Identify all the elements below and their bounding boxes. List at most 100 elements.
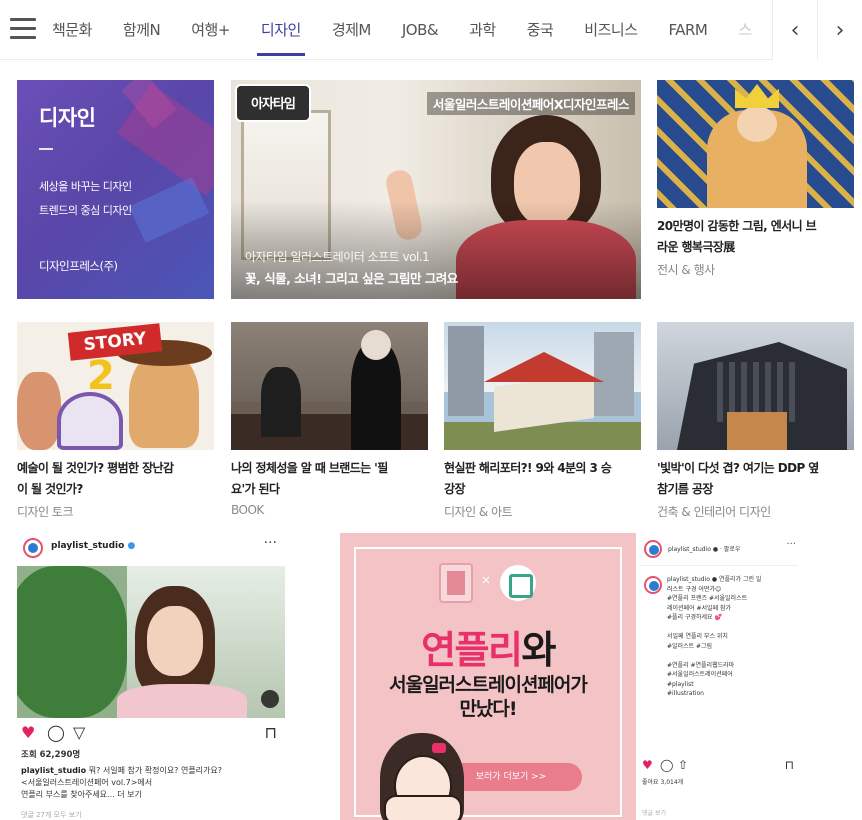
- like-count: 좋아요 3,014개: [642, 779, 684, 786]
- more-options-icon[interactable]: ···: [264, 535, 277, 551]
- video-top-caption: 서울일러스트레이션페어X디자인프레스: [426, 92, 635, 115]
- article-title[interactable]: 20만명이 감동한 그림, 엔서니 브 라운 행복극장展: [657, 216, 854, 258]
- comment-icon[interactable]: ◯: [47, 723, 65, 743]
- promo-publisher: 디자인프레스(주): [39, 259, 118, 273]
- bookmark-icon[interactable]: ⊓: [785, 757, 794, 773]
- banner-title-rest: 와: [521, 628, 556, 672]
- article-category[interactable]: 디자인 토크: [17, 503, 214, 520]
- design-promo-panel[interactable]: 디자인 세상을 바꾸는 디자인 트렌드의 중심 디자인 디자인프레스(주): [17, 80, 214, 299]
- promo-description: 세상을 바꾸는 디자인 트렌드의 중심 디자인: [39, 175, 209, 223]
- caption-text[interactable]: 연플리 부스를 찾아주세요... 더 보기: [21, 789, 281, 801]
- caption-text: 뭐? 서일페 참가 확정이요? 연플리가요?: [88, 766, 223, 775]
- article-card[interactable]: 20만명이 감동한 그림, 엔서니 브 라운 행복극장展 전시 & 행사: [657, 80, 854, 278]
- article-title-line: 강장: [444, 482, 465, 496]
- collab-banner[interactable]: × 연플리와 서울일러스트레이션페어가 만났다! 보러가 더보기 >>: [340, 533, 636, 820]
- tab-design[interactable]: 디자인: [256, 0, 305, 60]
- article-title[interactable]: 현실판 해리포터?! 9와 4분의 3 승 강장: [444, 458, 641, 500]
- post-caption: playlist_studio 뭐? 서일페 참가 확정이요? 연플리가요? <…: [21, 765, 281, 801]
- username-text: playlist_studio: [51, 541, 125, 551]
- article-card[interactable]: '빛박'이 다섯 겹? 여기는 DDP 옆 참기름 공장 건축 & 인테리어 디…: [657, 322, 854, 520]
- tab-together-n[interactable]: 함께N: [123, 0, 161, 60]
- article-thumbnail[interactable]: [444, 322, 641, 450]
- article-category[interactable]: BOOK: [231, 503, 428, 517]
- post-video[interactable]: [17, 566, 285, 718]
- avatar[interactable]: [23, 538, 43, 558]
- banner-title: 연플리와: [340, 619, 636, 674]
- banner-subtitle: 서울일러스트레이션페어가 만났다!: [340, 673, 636, 721]
- banner-title-highlight: 연플리: [421, 628, 523, 672]
- share-icon[interactable]: ⇧: [678, 757, 688, 773]
- avatar[interactable]: [644, 576, 662, 594]
- article-thumbnail[interactable]: STORY 2: [17, 322, 214, 450]
- illustration-bow: [432, 743, 446, 753]
- tab-job[interactable]: JOB&: [402, 0, 439, 60]
- post-actions: ♥ ◯ ▽ ⊓: [17, 723, 285, 745]
- heart-icon[interactable]: ♥: [642, 757, 653, 773]
- article-card[interactable]: 나의 정체성을 알 때 브랜드는 '필 요'가 된다 BOOK: [231, 322, 428, 517]
- comment-icon[interactable]: ◯: [660, 757, 673, 773]
- heart-icon[interactable]: ♥: [21, 723, 35, 743]
- featured-video-thumbnail[interactable]: 아자타임 서울일러스트레이션페어X디자인프레스 아자타임 일러스트레이터 소프트…: [231, 80, 641, 299]
- channel-logo: 아자타임: [235, 84, 311, 122]
- divider: [39, 148, 53, 150]
- verified-badge-icon: ●: [127, 541, 136, 551]
- banner-subtitle-line: 서울일러스트레이션페어가: [389, 674, 588, 696]
- hamburger-menu-icon[interactable]: [10, 18, 36, 42]
- promo-desc-line: 세상을 바꾸는 디자인: [39, 180, 132, 193]
- post-username[interactable]: playlist_studio ●: [51, 541, 135, 551]
- post-caption: playlist_studio ● 연플리가 그린 일 러스트 구경 어떤가😊 …: [667, 576, 762, 697]
- article-title-line: 참기름 공장: [657, 482, 713, 496]
- post-header: playlist_studio ● ···: [17, 533, 285, 563]
- video-subtitle: 아자타임 일러스트레이터 소프트 vol.1: [245, 250, 430, 264]
- instagram-post: playlist_studio ● ··· ♥ ◯ ▽ ⊓ 조회 62,290명…: [17, 533, 285, 820]
- promo-desc-line: 트렌드의 중심 디자인: [39, 204, 132, 217]
- article-card[interactable]: STORY 2 예술이 될 것인가? 평범한 장난감 이 될 것인가? 디자인 …: [17, 322, 214, 520]
- caption-username[interactable]: playlist_studio: [21, 766, 86, 775]
- movie-logo-number: 2: [87, 353, 115, 399]
- view-count: 조회 62,290명: [21, 750, 81, 760]
- article-title[interactable]: 나의 정체성을 알 때 브랜드는 '필 요'가 된다: [231, 458, 428, 500]
- tab-business[interactable]: 비즈니스: [584, 0, 638, 60]
- play-icon[interactable]: [261, 690, 279, 708]
- article-card[interactable]: 현실판 해리포터?! 9와 4분의 3 승 강장 디자인 & 아트: [444, 322, 641, 520]
- comments-link[interactable]: 댓글 보기: [642, 808, 666, 817]
- bookmark-icon[interactable]: ⊓: [265, 723, 277, 743]
- article-title-line: '빛박'이 다섯 겹? 여기는 DDP 옆: [657, 461, 819, 475]
- article-title-line: 라운 행복극장展: [657, 240, 735, 254]
- article-title-line: 이 될 것인가?: [17, 482, 83, 496]
- share-icon[interactable]: ▽: [73, 723, 85, 743]
- article-thumbnail[interactable]: [657, 322, 854, 450]
- article-title-line: 20만명이 감동한 그림, 엔서니 브: [657, 219, 817, 233]
- tab-travel-plus[interactable]: 여행+: [191, 0, 230, 60]
- post-actions: ♥ ◯ ⇧ ⊓: [640, 757, 798, 775]
- category-tab-bar: 책문화 함께N 여행+ 디자인 경제M JOB& 과학 중국 비즈니스 FARM…: [0, 0, 862, 60]
- article-title[interactable]: 예술이 될 것인가? 평범한 장난감 이 될 것인가?: [17, 458, 214, 500]
- caption-text: <서울일러스트레이션페어 vol.7>에서: [21, 778, 153, 787]
- banner-subtitle-line: 만났다!: [459, 698, 517, 720]
- tab-economy-m[interactable]: 경제M: [332, 0, 372, 60]
- chevron-left-icon[interactable]: ‹: [772, 0, 817, 60]
- video-title: 꽃, 식물, 소녀! 그리고 싶은 그림만 그려요: [245, 271, 458, 286]
- article-title[interactable]: '빛박'이 다섯 겹? 여기는 DDP 옆 참기름 공장: [657, 458, 854, 500]
- article-thumbnail[interactable]: [657, 80, 854, 208]
- tab-farm[interactable]: FARM: [669, 0, 708, 60]
- article-category[interactable]: 전시 & 행사: [657, 261, 854, 278]
- tab-science[interactable]: 과학: [469, 0, 496, 60]
- avatar[interactable]: [644, 540, 662, 558]
- article-title-line: 나의 정체성을 알 때 브랜드는 '필: [231, 461, 388, 475]
- illustration-girl-hands: [384, 795, 462, 820]
- chevron-right-icon[interactable]: ›: [817, 0, 862, 60]
- comments-link[interactable]: 댓글 27개 모두 보기: [21, 810, 82, 820]
- article-category[interactable]: 건축 & 인테리어 디자인: [657, 503, 854, 520]
- post-username[interactable]: playlist_studio ● · 팔로우: [668, 544, 740, 553]
- tab-book-culture[interactable]: 책문화: [52, 0, 92, 60]
- article-title-line: 요'가 된다: [231, 482, 280, 496]
- article-thumbnail[interactable]: [231, 322, 428, 450]
- article-category[interactable]: 디자인 & 아트: [444, 503, 641, 520]
- tab-partial[interactable]: 스: [738, 0, 752, 60]
- more-options-icon[interactable]: ···: [786, 539, 796, 550]
- tab-china[interactable]: 중국: [527, 0, 554, 60]
- instagram-post-text: playlist_studio ● · 팔로우 ··· playlist_stu…: [640, 533, 798, 820]
- promo-title: 디자인: [39, 106, 96, 130]
- article-title-line: 예술이 될 것인가? 평범한 장난감: [17, 461, 174, 475]
